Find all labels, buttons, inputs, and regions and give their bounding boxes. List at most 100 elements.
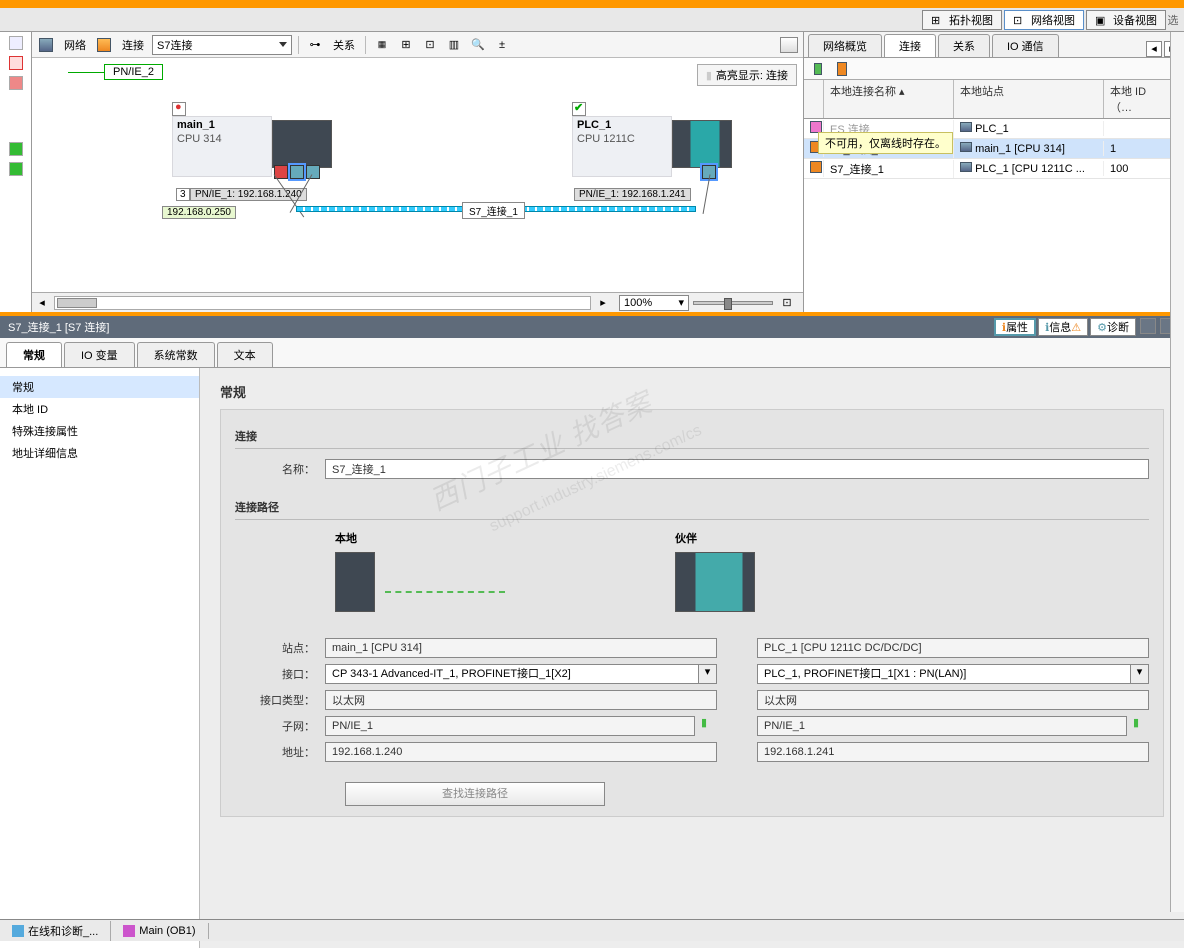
ps-localid[interactable]: 本地 ID <box>0 398 199 420</box>
device-view-button[interactable]: ▣设备视图 <box>1086 10 1166 30</box>
far-right-strip <box>1170 32 1184 912</box>
rt-btn-2[interactable] <box>832 59 852 79</box>
tb-btn-2[interactable]: ⊞ <box>396 35 416 55</box>
partner-iftype <box>757 690 1149 710</box>
ps-addr[interactable]: 地址详细信息 <box>0 442 199 464</box>
find-path-button[interactable]: 查找连接路径 <box>345 782 605 806</box>
bottom-bar: 在线和诊断_... Main (OB1) <box>0 919 1184 941</box>
connection-table: 本地连接名称 ▴ 本地站点 本地 ID（… ES 连接 PLC_1 S7_连接_… <box>804 80 1184 312</box>
pnie-tag[interactable]: PN/IE_2 <box>104 64 163 80</box>
local-head: 本地 <box>335 530 375 546</box>
col-name-header[interactable]: 本地连接名称 ▴ <box>824 80 954 118</box>
network-toolbar: 网络 连接 S7连接 ⊶ 关系 ▦ ⊞ ⊡ ▥ 🔍 ± <box>32 32 803 58</box>
diag-icon <box>12 925 24 937</box>
port-sel[interactable] <box>290 165 304 179</box>
bottom-tab-diag[interactable]: 在线和诊断_... <box>0 921 111 941</box>
device1-cpu: CPU 314 <box>172 133 272 177</box>
gutter-icon-1[interactable] <box>9 36 23 50</box>
property-content: 常规 连接 名称： 连接路径 本地 伙伴 站点： <box>200 368 1184 948</box>
network-label: 网络 <box>60 37 90 53</box>
minimize-icon[interactable] <box>1140 318 1156 334</box>
zoom-icon[interactable]: 🔍 <box>468 35 488 55</box>
connection-btn[interactable] <box>94 35 114 55</box>
tab-nav-left[interactable]: ◂ <box>1146 41 1162 57</box>
ps-general[interactable]: 常规 <box>0 376 199 398</box>
col-id-header[interactable]: 本地 ID（… <box>1104 80 1174 118</box>
connection-name-label[interactable]: S7_连接_1 <box>462 202 525 219</box>
tb-btn-3[interactable]: ⊡ <box>420 35 440 55</box>
partner-station <box>757 638 1149 658</box>
ip-gw-label: 192.168.0.250 <box>162 206 236 219</box>
port-3[interactable] <box>306 165 320 179</box>
ptab-io[interactable]: IO 变量 <box>64 342 135 367</box>
info-tab[interactable]: ℹ 信息 ⚠ <box>1038 318 1088 336</box>
partner-addr <box>757 742 1149 762</box>
tb-btn-5[interactable]: ± <box>492 35 512 55</box>
ptab-text[interactable]: 文本 <box>217 342 273 367</box>
canvas-scrollbar[interactable]: ◂ ▸ 100%▾ ⊡ <box>32 292 803 312</box>
bottom-tab-main[interactable]: Main (OB1) <box>111 923 208 939</box>
connection-type-select[interactable]: S7连接 <box>152 35 292 55</box>
path-heading: 连接路径 <box>235 499 1149 520</box>
device-main1[interactable]: main_1 CPU 314 <box>172 102 332 177</box>
left-gutter <box>0 32 32 312</box>
local-iface-select[interactable]: CP 343-1 Advanced-IT_1, PROFINET接口_1[X2]… <box>325 664 717 684</box>
gutter-icon-2[interactable] <box>9 56 23 70</box>
toggle-panel-icon[interactable] <box>779 35 799 55</box>
device-plc1[interactable]: PLC_1 CPU 1211C <box>572 102 732 177</box>
subnet-mark-icon <box>701 716 717 732</box>
tab-io[interactable]: IO 通信 <box>992 34 1059 57</box>
table-row[interactable]: S7_连接_1 PLC_1 [CPU 1211C ... 100 <box>804 159 1184 179</box>
rt-btn-1[interactable] <box>808 59 828 79</box>
conn-heading: 连接 <box>235 428 1149 449</box>
zoom-select[interactable]: 100%▾ <box>619 295 689 311</box>
subnet-mark-icon <box>1133 716 1149 732</box>
tb-btn-1[interactable]: ▦ <box>372 35 392 55</box>
iface-label: 接口： <box>235 666 325 682</box>
extra-view[interactable]: 选 <box>1166 12 1180 28</box>
col-station-header[interactable]: 本地站点 <box>954 80 1104 118</box>
local-subnet <box>325 716 695 736</box>
device2-name: PLC_1 <box>572 116 672 133</box>
device-status-warn-icon <box>172 102 186 116</box>
network-view-button[interactable]: ⊡网络视图 <box>1004 10 1084 30</box>
local-station <box>325 638 717 658</box>
topology-view-button[interactable]: ⊞拓扑视图 <box>922 10 1002 30</box>
ptab-general[interactable]: 常规 <box>6 342 62 367</box>
station-label: 站点： <box>235 640 325 656</box>
scroll-left[interactable]: ◂ <box>32 293 52 313</box>
property-title: S7_连接_1 [S7 连接] <box>8 319 110 335</box>
ptab-consts[interactable]: 系统常数 <box>137 342 215 367</box>
topology-icon: ⊞ <box>931 14 945 26</box>
name-label: 名称： <box>235 461 325 477</box>
fit-icon[interactable]: ⊡ <box>777 293 797 313</box>
ps-special[interactable]: 特殊连接属性 <box>0 420 199 442</box>
local-iftype <box>325 690 717 710</box>
device-status-ok-icon <box>572 102 586 116</box>
tab-overview[interactable]: 网络概览 <box>808 34 882 57</box>
partner-head: 伙伴 <box>675 530 755 546</box>
tb-btn-4[interactable]: ▥ <box>444 35 464 55</box>
connection-label: 连接 <box>118 37 148 53</box>
network-canvas[interactable]: PN/IE_2 高亮显示: 连接 main_1 CPU 314 PLC_1 CP… <box>32 58 803 292</box>
gutter-icon-3[interactable] <box>9 76 23 90</box>
tab-relations[interactable]: 关系 <box>938 34 990 57</box>
network-icon: ⊡ <box>1013 14 1027 26</box>
scroll-right[interactable]: ▸ <box>593 293 613 313</box>
diag-tab[interactable]: ⚙ 诊断 <box>1090 318 1136 336</box>
gutter-icon-5[interactable] <box>9 162 23 176</box>
properties-tab[interactable]: ℹ 属性 <box>994 318 1036 336</box>
partner-device-image <box>675 552 755 612</box>
connection-name-input[interactable] <box>325 459 1149 479</box>
local-addr <box>325 742 717 762</box>
device2-cpu: CPU 1211C <box>572 133 672 177</box>
zoom-slider[interactable] <box>693 301 773 305</box>
tab-connections[interactable]: 连接 <box>884 34 936 57</box>
gutter-icon-4[interactable] <box>9 142 23 156</box>
tooltip: 不可用，仅离线时存在。 <box>818 132 953 154</box>
section-heading: 常规 <box>220 382 1164 401</box>
relation-icon-btn[interactable]: ⊶ <box>305 35 325 55</box>
device1-name: main_1 <box>172 116 272 133</box>
network-btn[interactable] <box>36 35 56 55</box>
partner-iface-select[interactable]: PLC_1, PROFINET接口_1[X1 : PN(LAN)]▾ <box>757 664 1149 684</box>
